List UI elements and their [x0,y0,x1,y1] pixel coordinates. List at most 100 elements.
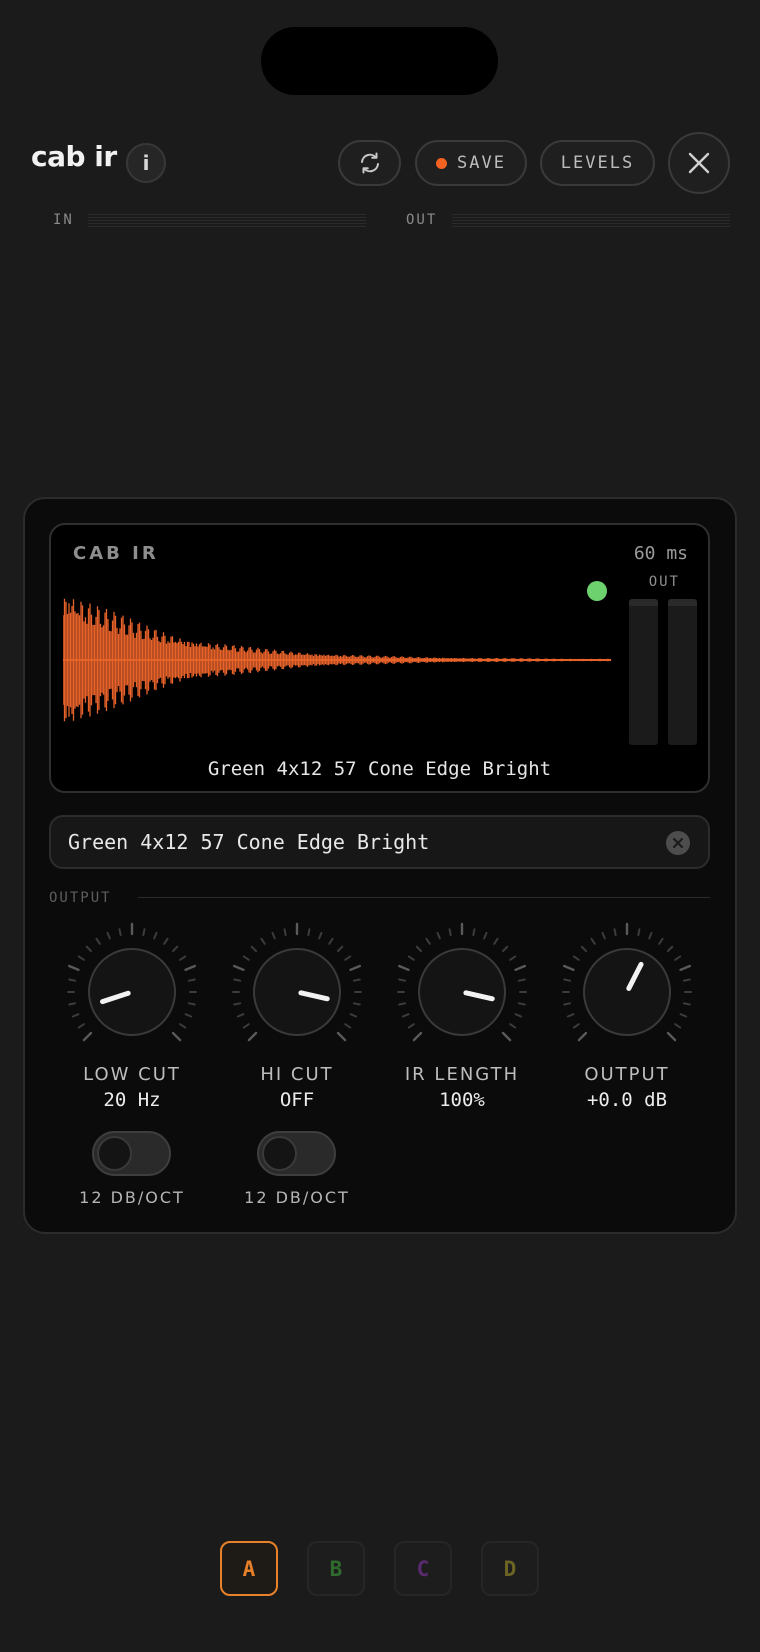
clear-icon [673,838,683,848]
clear-ir-button[interactable] [666,831,690,855]
knob-tick [71,1013,80,1018]
levels-button[interactable]: LEVELS [540,140,655,186]
levels-label: LEVELS [560,153,635,173]
knob-tick [250,945,257,952]
knob-tick [328,937,334,945]
knob-tick [344,1023,352,1029]
knob-body [418,948,506,1036]
knob-tick [118,928,122,937]
preset-slot-a[interactable]: A [220,1541,278,1596]
knob-tick [448,928,452,937]
preset-slot-c[interactable]: C [394,1541,452,1596]
knob-tick [483,931,488,940]
knob-tick [472,928,476,937]
toggle-thumb [97,1136,132,1171]
output-level-meter [452,214,730,227]
knob-body [583,948,671,1036]
knob-tick [580,945,587,952]
save-label: SAVE [457,153,506,173]
preset-slot-b[interactable]: B [307,1541,365,1596]
knob-tick [493,937,499,945]
low-cut-value: 20 Hz [103,1089,161,1111]
low-cut-knob[interactable] [62,922,202,1062]
knob-tick [674,1023,682,1029]
knob-tick [658,937,664,945]
knob-tick [95,937,101,945]
knob-tick [682,978,691,982]
knob-tick [179,1023,187,1029]
knob-tick [163,937,169,945]
knob-tick [352,978,361,982]
knob-tick [562,964,575,972]
knob-body [253,948,341,1036]
close-button[interactable] [668,132,730,194]
hi-cut-slope-toggle[interactable] [257,1131,336,1176]
output-label: OUTPUT [584,1064,670,1085]
knob-tick [67,964,80,972]
knob-tick [407,955,415,961]
knob-tick [242,955,250,961]
knob-tick [401,1013,410,1018]
knob-tick [674,955,682,961]
knob-tick [398,1002,407,1006]
knob-tick [679,964,692,972]
knob-tick [412,1031,423,1042]
knob-tick [502,945,509,952]
preset-slot-d[interactable]: D [481,1541,539,1596]
knob-tick [344,955,352,961]
ir-file-field[interactable]: Green 4x12 57 Cone Edge Bright [49,815,710,869]
knob-tick [398,978,407,982]
section-divider [138,897,710,898]
info-icon: i [142,151,150,175]
knob-tick [397,964,410,972]
ir-length-value: 100% [439,1089,485,1111]
knob-tick [601,931,606,940]
input-meter-label: IN [53,212,74,228]
knob-tick [667,945,674,952]
knob-tick [172,945,179,952]
sync-button[interactable] [338,140,401,186]
low-cut-slope-label: 12 DB/OCT [79,1188,185,1207]
slot-b-label: B [329,1556,343,1581]
ir-length-readout: 60 ms [633,543,688,564]
knob-tick [247,1031,258,1042]
knob-tick [349,1013,358,1018]
ir-waveform [63,598,612,722]
dynamic-island [261,27,498,95]
knob-tick [318,931,323,940]
low-cut-slope-toggle[interactable] [92,1131,171,1176]
slot-a-label: A [242,1556,256,1581]
knob-tick [514,1013,523,1018]
knob-body [88,948,176,1036]
info-button[interactable]: i [126,143,166,183]
knob-tick [648,931,653,940]
knob-tick [679,1013,688,1018]
knob-tick [563,1002,572,1006]
knob-tick [68,1002,77,1006]
knob-tick [153,931,158,940]
refresh-icon [360,152,379,174]
output-knob[interactable] [557,922,697,1062]
knob-tick [517,978,526,982]
knob-tick [509,1023,517,1029]
hi-cut-label: HI CUT [260,1064,334,1085]
output-meter-label: OUT [406,212,438,228]
low-cut-label: LOW CUT [83,1064,181,1085]
knob-tick [260,937,266,945]
knob-tick [233,1002,242,1006]
unsaved-dot-icon [436,157,448,169]
knob-tick [577,1031,588,1042]
knob-tick [514,964,527,972]
knob-tick [517,1002,526,1006]
knob-tick [436,931,441,940]
ir-length-knob[interactable] [392,922,532,1062]
app-title: cab ir [31,140,117,173]
knob-tick [82,1031,93,1042]
knob-tick [106,931,111,940]
knob-tick [179,955,187,961]
hi-cut-knob[interactable] [227,922,367,1062]
knob-tick [337,945,344,952]
save-button[interactable]: SAVE [415,140,527,186]
knob-tick [232,964,245,972]
knob-tick [271,931,276,940]
